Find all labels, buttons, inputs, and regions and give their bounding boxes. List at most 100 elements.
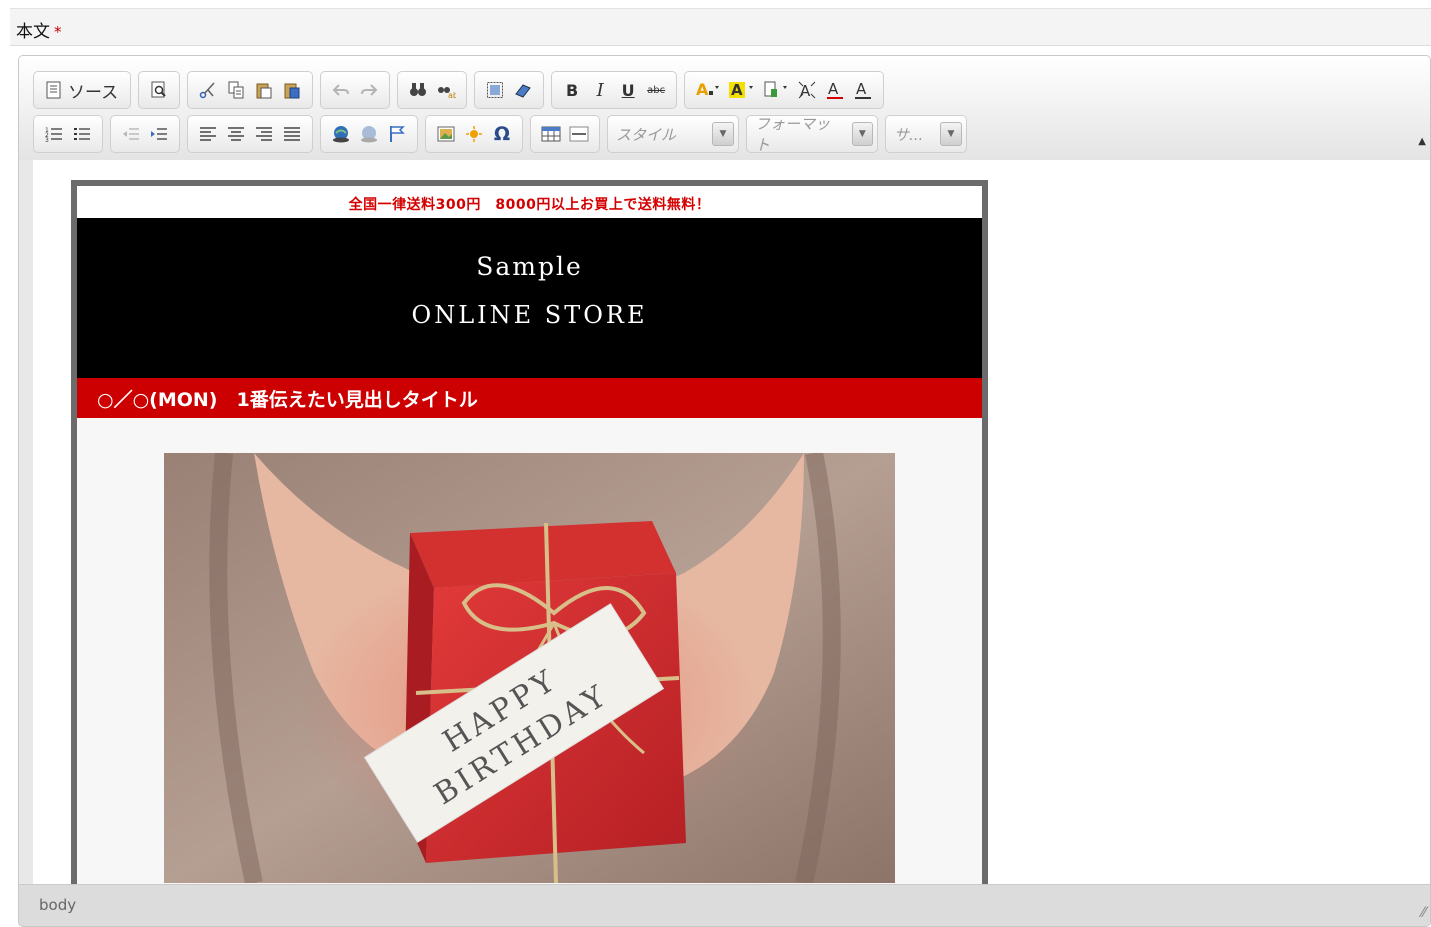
align-right-button[interactable]	[250, 119, 278, 149]
bold-icon: B	[566, 80, 579, 100]
undo-button[interactable]	[327, 75, 355, 105]
replace-button[interactable]: ab	[432, 75, 460, 105]
font-size-up-button[interactable]: A	[821, 75, 849, 105]
underline-button[interactable]: U	[614, 75, 642, 105]
redo-icon	[361, 84, 378, 96]
source-label: ソース	[68, 82, 119, 103]
table-button[interactable]	[537, 119, 565, 149]
copy-icon	[228, 81, 244, 99]
toolbar-group-indent	[110, 115, 180, 153]
paste-word-button[interactable]	[278, 75, 306, 105]
outdent-icon	[123, 128, 139, 140]
show-blocks-button[interactable]	[759, 75, 793, 105]
toolbar-group-links	[320, 115, 418, 153]
numbered-list-icon: 123	[45, 127, 62, 143]
size-select-label: サ...	[894, 125, 924, 144]
align-center-button[interactable]	[222, 119, 250, 149]
text-color-icon: A	[696, 80, 720, 99]
text-color-button[interactable]: A	[691, 75, 725, 105]
select-all-button[interactable]	[481, 75, 509, 105]
special-char-button[interactable]: Ω	[488, 119, 516, 149]
toolbar-group-undo	[320, 71, 391, 109]
paste-icon	[256, 83, 272, 99]
font-size-up-icon: A	[827, 80, 844, 99]
chevron-down-icon: ▼	[851, 122, 873, 146]
style-select-label: スタイル	[616, 125, 677, 144]
find-button[interactable]	[404, 75, 432, 105]
bulleted-list-icon	[74, 128, 90, 140]
format-select-label: フォーマット	[755, 115, 831, 154]
toolbar-group-basicstyles: B I U abc	[551, 71, 678, 109]
gift-photo: HAPPY BIRTHDAY	[164, 453, 895, 883]
svg-text:A: A	[828, 80, 839, 98]
required-mark: *	[54, 23, 62, 41]
editor-content-area[interactable]: 全国一律送料300円 8000円以上お買上で送料無料！ Sample ONLIN…	[33, 160, 1430, 886]
style-select[interactable]: スタイル ▼	[607, 115, 739, 153]
bulleted-list-button[interactable]	[68, 119, 96, 149]
toolbar-group-source: ソース	[33, 71, 132, 109]
remove-format-button[interactable]	[509, 75, 537, 105]
image-button[interactable]	[432, 119, 460, 149]
resize-grip-icon[interactable]: ⁄⁄	[1421, 905, 1426, 921]
format-select[interactable]: フォーマット ▼	[746, 115, 878, 154]
outdent-button[interactable]	[117, 119, 145, 149]
italic-button[interactable]: I	[586, 75, 614, 105]
svg-text:A: A	[856, 80, 867, 98]
unlink-button[interactable]	[355, 119, 383, 149]
undo-icon	[332, 84, 350, 96]
email-template: 全国一律送料300円 8000円以上お買上で送料無料！ Sample ONLIN…	[71, 180, 988, 886]
headline-bar: ○／○(MON) 1番伝えたい見出しタイトル	[77, 378, 982, 418]
numbered-list-button[interactable]: 123	[40, 119, 68, 149]
font-size-down-button[interactable]: A	[849, 75, 877, 105]
bold-button[interactable]: B	[558, 75, 586, 105]
shipping-notice: 全国一律送料300円 8000円以上お買上で送料無料！	[77, 186, 982, 218]
underline-icon: U	[621, 80, 635, 100]
replace-icon: ab	[438, 87, 456, 99]
select-all-icon	[487, 82, 504, 98]
toolbar-group-align	[187, 115, 313, 153]
chevron-down-icon: ▼	[940, 122, 962, 146]
chevron-down-icon: ▼	[712, 122, 734, 146]
preview-button[interactable]	[145, 75, 173, 105]
bg-color-button[interactable]: A	[725, 75, 759, 105]
link-button[interactable]	[327, 119, 355, 149]
flash-icon	[466, 126, 482, 142]
anchor-button[interactable]	[383, 119, 411, 149]
special-char-icon: Ω	[493, 123, 511, 145]
toolbar-group-preview	[138, 71, 181, 109]
svg-text:ab: ab	[448, 91, 456, 99]
paste-button[interactable]	[250, 75, 278, 105]
indent-icon	[151, 128, 167, 140]
toolbar-group-table	[530, 115, 600, 153]
source-button[interactable]: ソース	[40, 75, 124, 105]
collapse-toolbar-icon[interactable]: ▲	[1418, 136, 1426, 147]
store-banner: Sample ONLINE STORE	[77, 218, 982, 378]
align-left-button[interactable]	[194, 119, 222, 149]
toolbar-group-select	[474, 71, 545, 109]
svg-text:3: 3	[45, 137, 49, 143]
link-icon	[333, 126, 349, 143]
strike-icon: abc	[647, 84, 666, 96]
toolbar-group-lists: 123	[33, 115, 103, 153]
toolbar-group-colors: A A A A A	[684, 71, 885, 109]
svg-text:A: A	[696, 80, 709, 99]
horizontal-rule-button[interactable]	[565, 119, 593, 149]
maximize-button[interactable]: A	[793, 75, 821, 105]
flash-button[interactable]	[460, 119, 488, 149]
gift-photo-image: HAPPY BIRTHDAY	[164, 453, 895, 883]
font-size-down-icon: A	[855, 80, 872, 99]
indent-button[interactable]	[145, 119, 173, 149]
copy-button[interactable]	[222, 75, 250, 105]
field-label-row: 本文 *	[10, 8, 1431, 46]
banner-title: Sample	[476, 252, 583, 281]
redo-button[interactable]	[355, 75, 383, 105]
strike-button[interactable]: abc	[642, 75, 670, 105]
paste-word-icon	[284, 83, 300, 99]
cut-button[interactable]	[194, 75, 222, 105]
justify-button[interactable]	[278, 119, 306, 149]
element-path[interactable]: body	[39, 896, 76, 914]
size-select[interactable]: サ... ▼	[885, 115, 967, 153]
field-label: 本文	[16, 22, 50, 42]
find-icon	[410, 83, 427, 96]
maximize-icon: A	[798, 81, 816, 100]
